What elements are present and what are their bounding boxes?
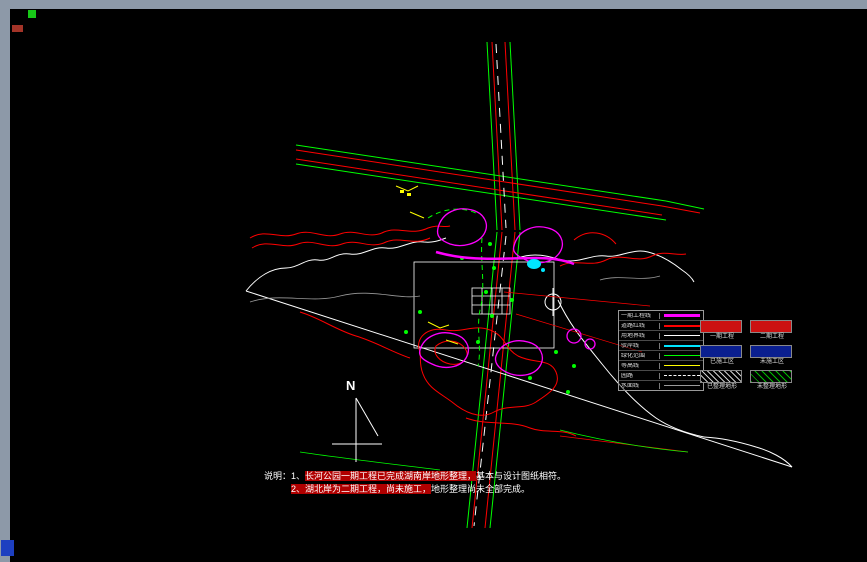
legend-row-label: 园路: [619, 372, 660, 379]
notes-block: 说明：1、长河公园一期工程已完成湖南岸地形整理，基本与设计图纸相符。 2、湖北岸…: [264, 470, 566, 496]
cad-viewport: { "palette": { "frame": "#8d99a8", "canv…: [0, 0, 867, 562]
legend-row: 道路红线: [619, 320, 703, 330]
legend-row: 绿化范围: [619, 350, 703, 360]
swatch-red-1: [700, 320, 742, 333]
note-text-highlight: 长河公园一期工程已完成湖南岸地形整理，: [305, 471, 477, 481]
swatch-label: 未施工区: [759, 359, 784, 365]
note-text: 地形整理尚未全部完成。: [431, 484, 531, 494]
legend-swatch: 未整理地形: [750, 370, 794, 391]
legend-row: 一期工程线: [619, 311, 703, 320]
north-arrow-label: N: [346, 378, 356, 393]
legend-swatch: 未施工区: [750, 345, 794, 366]
app-icon-red: [12, 25, 23, 32]
legend-line-sample-yellow: [660, 365, 703, 366]
legend-table: 一期工程线 道路红线 用地界线 驳岸线 绿化范围 等高线 园路 水面线: [618, 310, 704, 391]
swatch-navy-1: [700, 345, 742, 358]
legend-row-label: 水面线: [619, 382, 660, 389]
swatch-hatch-green: [750, 370, 792, 383]
legend-row-label: 用地界线: [619, 332, 660, 339]
swatch-label: 二期工程: [759, 334, 784, 340]
swatch-hatch-white: [700, 370, 742, 383]
legend-row: 园路: [619, 370, 703, 380]
legend-row-label: 一期工程线: [619, 312, 660, 319]
note-text: 说明：1、: [264, 471, 306, 481]
legend-line-sample-cyan: [660, 344, 703, 347]
legend-row-label: 道路红线: [619, 322, 660, 329]
taskbar-fragment: [1, 540, 14, 556]
legend-line-sample-red: [660, 324, 703, 327]
swatch-label: 未整理地形: [756, 384, 787, 390]
swatch-label: 已整理地形: [706, 384, 737, 390]
note-line-1: 说明：1、长河公园一期工程已完成湖南岸地形整理，基本与设计图纸相符。: [264, 470, 566, 483]
swatch-label: 一期工程: [709, 334, 734, 340]
legend-line-sample-white: [660, 335, 703, 336]
legend-swatch: 一期工程: [700, 320, 744, 341]
legend-line-sample-magenta: [660, 314, 703, 317]
legend-row: 水面线: [619, 380, 703, 390]
note-text-highlight: 2、湖北岸为二期工程，尚未施工，: [291, 484, 432, 494]
note-line-2: 2、湖北岸为二期工程，尚未施工，地形整理尚未全部完成。: [264, 483, 566, 496]
swatch-red-2: [750, 320, 792, 333]
legend-line-sample-gray: [660, 385, 703, 386]
legend-row-label: 驳岸线: [619, 342, 660, 349]
legend-swatch: 已施工区: [700, 345, 744, 366]
note-text: 基本与设计图纸相符。: [476, 471, 567, 481]
legend-row-label: 绿化范围: [619, 352, 660, 359]
legend-row: 驳岸线: [619, 340, 703, 350]
legend-row: 等高线: [619, 360, 703, 370]
legend-swatch: 已整理地形: [700, 370, 744, 391]
app-icon-green: [28, 10, 36, 18]
swatch-label: 已施工区: [709, 359, 734, 365]
swatch-navy-2: [750, 345, 792, 358]
legend-line-sample-dashed: [660, 375, 703, 376]
legend-line-sample-green: [660, 355, 703, 356]
legend-swatches: 一期工程 二期工程 已施工区 未施工区 已整理地形 未整理地形: [700, 320, 794, 395]
legend-row: 用地界线: [619, 330, 703, 340]
legend-row-label: 等高线: [619, 362, 660, 369]
legend-swatch: 二期工程: [750, 320, 794, 341]
